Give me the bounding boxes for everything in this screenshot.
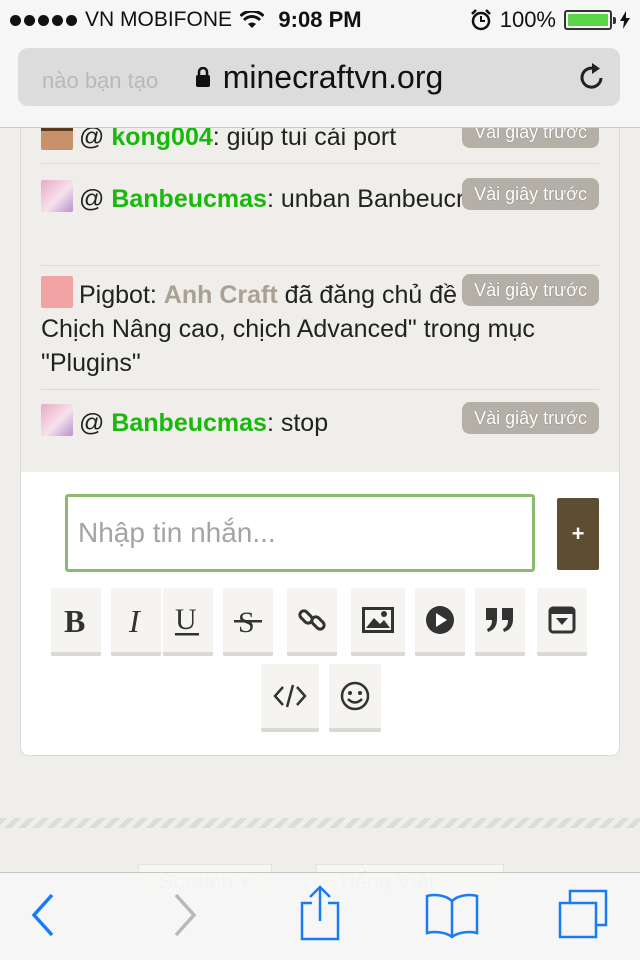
username-link[interactable]: Banbeucmas [111, 409, 267, 437]
status-bar: VN MOBIFONE 9:08 PM 100% [0, 0, 640, 40]
link-button[interactable] [287, 588, 337, 656]
quote-icon [486, 608, 513, 632]
url-text: minecraftvn.org [222, 58, 444, 95]
charging-icon [620, 11, 630, 29]
url-background-text: nào bạn tạo [42, 68, 159, 93]
reload-icon[interactable] [578, 62, 606, 92]
timestamp-badge: Vài giây trước [462, 402, 599, 434]
username-link[interactable]: kong004 [111, 128, 212, 151]
composer: + [65, 494, 599, 572]
footer-divider [0, 818, 640, 828]
send-button[interactable]: + [557, 498, 599, 570]
italic-button[interactable]: I [111, 588, 161, 656]
back-icon[interactable] [28, 889, 58, 941]
media-button[interactable] [415, 588, 465, 656]
code-icon [273, 684, 307, 708]
svg-text:B: B [64, 604, 85, 636]
message-input[interactable] [65, 494, 535, 572]
battery-percent: 100% [499, 7, 556, 32]
minecraft-skin-avatar[interactable] [41, 128, 73, 150]
lock-icon [195, 67, 210, 87]
underline-button[interactable]: U [163, 588, 213, 656]
carrier-name: VN MOBIFONE [85, 8, 233, 31]
browser-toolbar [0, 872, 640, 960]
signal-strength-icon [10, 14, 77, 26]
smiley-button[interactable] [329, 664, 381, 732]
image-icon [362, 607, 394, 633]
link-icon [298, 609, 326, 631]
anime-girl-avatar[interactable] [41, 180, 73, 212]
spoiler-button[interactable] [537, 588, 587, 656]
strikethrough-icon: S [234, 606, 262, 636]
alarm-icon [470, 9, 491, 31]
timestamp-badge: Vài giây trước [462, 178, 599, 210]
share-icon[interactable] [298, 883, 342, 943]
message-list: @ kong004: giúp tui cái port Vài giây tr… [21, 128, 619, 472]
url-field[interactable]: nào bạn tạo minecraftvn.org [18, 48, 620, 106]
smiley-icon [340, 681, 370, 711]
bold-icon: B [64, 604, 85, 636]
image-button[interactable] [351, 588, 405, 656]
spoiler-icon [548, 606, 576, 634]
italic-icon: I [128, 604, 141, 636]
battery-icon [564, 10, 616, 30]
chat-message: Pigbot: Anh Craft đã đăng chủ đề "Sex++ … [41, 274, 599, 390]
media-icon [426, 606, 454, 634]
timestamp-badge: Vài giây trước [462, 128, 599, 148]
svg-text:I: I [128, 604, 141, 636]
chat-message: @ Banbeucmas: unban Banbeucmas Vài giây … [41, 178, 599, 266]
pig-avatar[interactable] [41, 276, 73, 308]
forward-icon[interactable] [170, 889, 200, 941]
quote-button[interactable] [475, 588, 525, 656]
code-button[interactable] [261, 664, 319, 732]
username-link[interactable]: Banbeucmas [111, 185, 267, 213]
svg-text:U: U [175, 603, 197, 636]
username-link[interactable]: Anh Craft [164, 281, 278, 309]
chatbox: @ kong004: giúp tui cái port Vài giây tr… [20, 128, 620, 756]
anime-girl-avatar[interactable] [41, 404, 73, 436]
underline-icon: U [175, 603, 199, 636]
wifi-icon [240, 11, 265, 28]
strikethrough-button[interactable]: S [223, 588, 273, 656]
bold-button[interactable]: B [51, 588, 101, 656]
bookmarks-icon[interactable] [424, 891, 480, 939]
chat-message: @ kong004: giúp tui cái port Vài giây tr… [41, 128, 599, 164]
browser-address-bar: nào bạn tạo minecraftvn.org [0, 40, 640, 128]
chat-message: @ Banbeucmas: stop Vài giây trước [41, 402, 599, 454]
timestamp-badge: Vài giây trước [462, 274, 599, 306]
tabs-icon[interactable] [556, 889, 610, 941]
